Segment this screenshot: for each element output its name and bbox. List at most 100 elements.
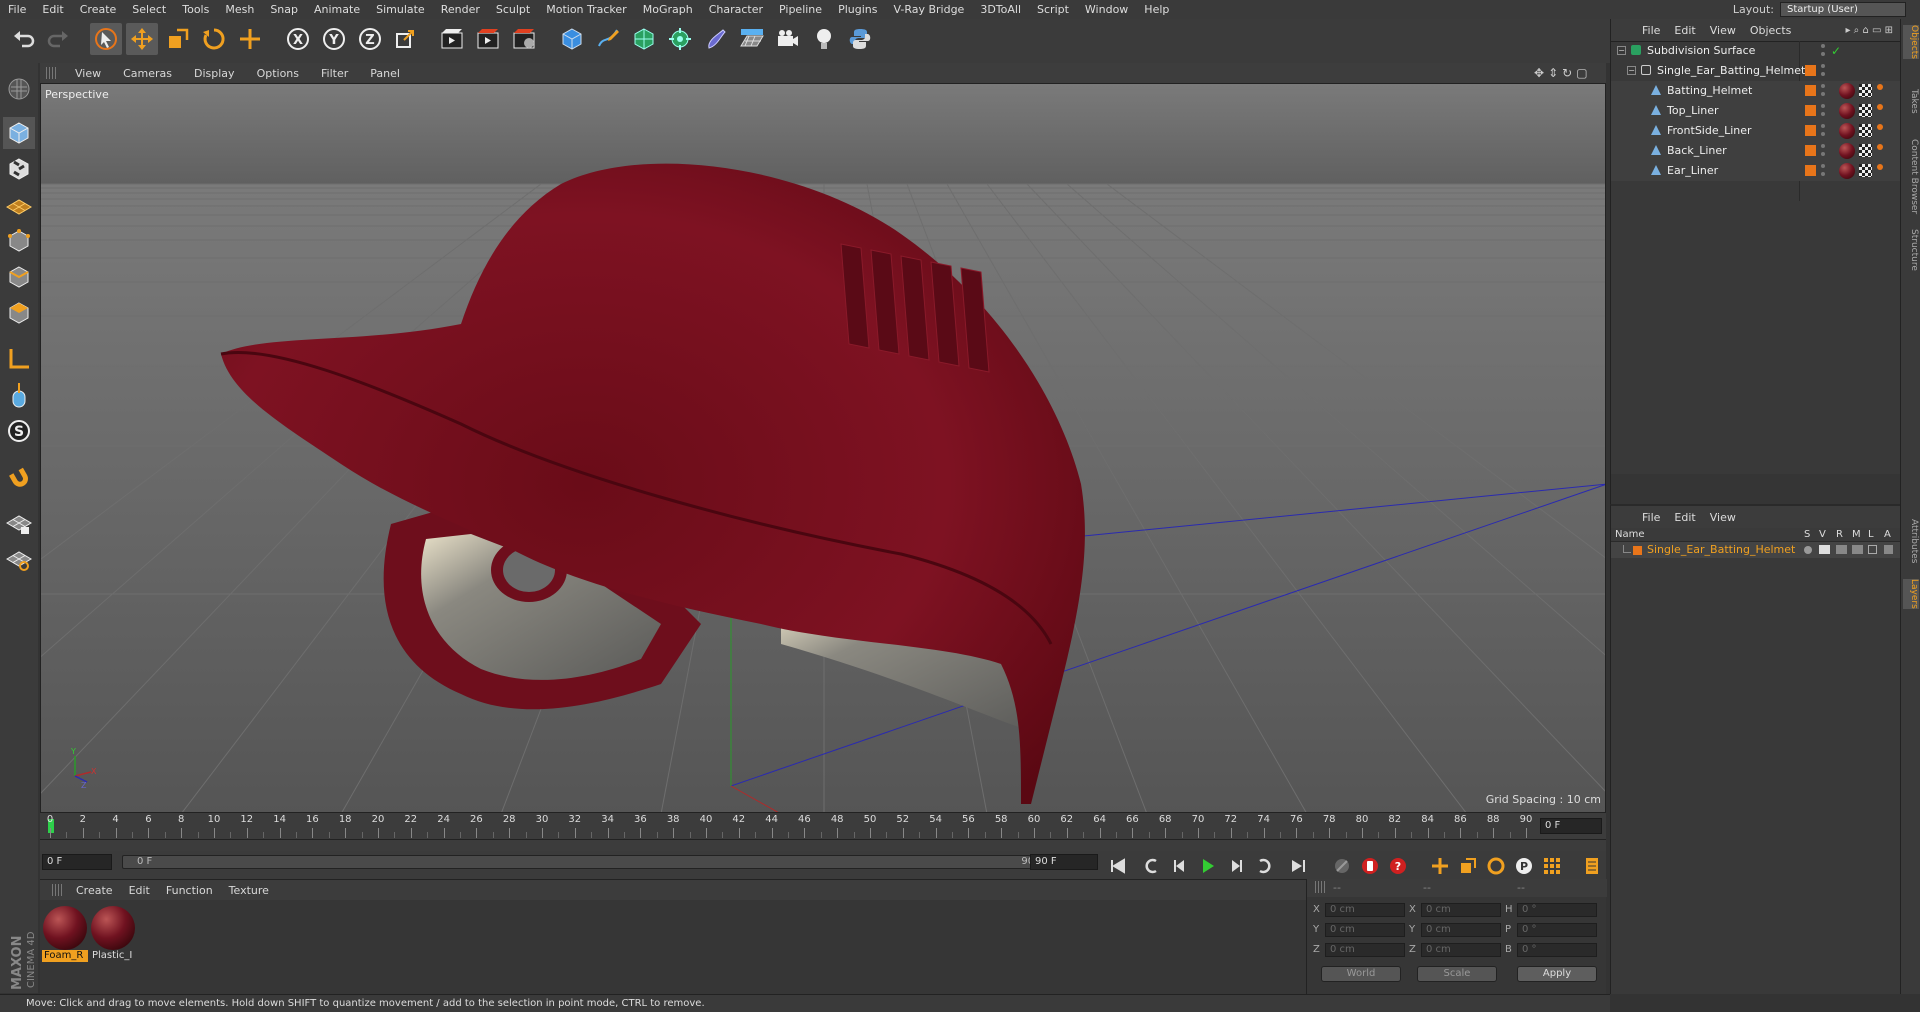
layer-color-tag[interactable] bbox=[1805, 105, 1816, 116]
cube-icon[interactable] bbox=[556, 23, 588, 55]
floor-icon[interactable] bbox=[736, 23, 768, 55]
layer-color-tag[interactable] bbox=[1805, 145, 1816, 156]
expand-toggle-icon[interactable]: − bbox=[1617, 46, 1626, 55]
layer-lock-toggle[interactable] bbox=[1868, 545, 1877, 554]
subdivision-surface-icon[interactable] bbox=[628, 23, 660, 55]
object-manager-toolbar-icons[interactable]: ▸ ⌕ ⌂ ▭ ⊞ bbox=[1845, 25, 1893, 36]
coordinate-system-icon[interactable] bbox=[390, 23, 422, 55]
object-name[interactable]: FrontSide_Liner bbox=[1667, 121, 1752, 141]
layer-visible-toggle[interactable] bbox=[1819, 545, 1830, 554]
layer-animation-toggle[interactable] bbox=[1884, 545, 1893, 554]
object-row-batting-helmet[interactable]: Batting_Helmet bbox=[1611, 81, 1901, 101]
key-scale-icon[interactable] bbox=[1456, 855, 1480, 877]
position-field[interactable]: 0 cm bbox=[1325, 903, 1405, 917]
camera-icon[interactable] bbox=[772, 23, 804, 55]
object-name[interactable]: Top_Liner bbox=[1667, 101, 1719, 121]
previous-frame-icon[interactable] bbox=[1168, 855, 1192, 877]
layer-color-tag[interactable] bbox=[1805, 165, 1816, 176]
material-menu-texture[interactable]: Texture bbox=[221, 884, 277, 897]
move-icon[interactable] bbox=[126, 23, 158, 55]
layer-color-swatch[interactable] bbox=[1633, 546, 1642, 555]
layer-column-m[interactable]: M bbox=[1852, 529, 1861, 540]
render-visibility-dot[interactable] bbox=[1821, 92, 1825, 96]
z-axis-lock-icon[interactable]: Z bbox=[354, 23, 386, 55]
layer-column-v[interactable]: V bbox=[1819, 529, 1826, 540]
side-tab-structure[interactable]: Structure bbox=[1903, 229, 1919, 271]
menu-3dtoall[interactable]: 3DToAll bbox=[972, 0, 1029, 19]
goto-start-icon[interactable] bbox=[1106, 855, 1130, 877]
key-parameter-icon[interactable]: P bbox=[1512, 855, 1536, 877]
editor-visibility-dot[interactable] bbox=[1821, 84, 1825, 88]
rotate-icon[interactable] bbox=[198, 23, 230, 55]
material-menu-function[interactable]: Function bbox=[158, 884, 221, 897]
viewport-menu-cameras[interactable]: Cameras bbox=[112, 67, 183, 80]
side-tab-objects[interactable]: Objects bbox=[1903, 25, 1919, 60]
object-row-single-ear-batting-helmet[interactable]: − Single_Ear_Batting_Helmet bbox=[1611, 61, 1901, 81]
menu-window[interactable]: Window bbox=[1077, 0, 1136, 19]
deformer-icon[interactable] bbox=[700, 23, 732, 55]
menu-snap[interactable]: Snap bbox=[262, 0, 306, 19]
object-name[interactable]: Batting_Helmet bbox=[1667, 81, 1752, 101]
material-tag-icon[interactable] bbox=[1839, 143, 1855, 159]
layer-column-a[interactable]: A bbox=[1884, 529, 1891, 540]
position-field[interactable]: 0 cm bbox=[1325, 943, 1405, 957]
viewport-menu-view[interactable]: View bbox=[64, 67, 112, 80]
material-swatch-foam[interactable]: Foam_R bbox=[42, 906, 88, 962]
layer-column-name[interactable]: Name bbox=[1615, 529, 1645, 540]
object-row-top-liner[interactable]: Top_Liner bbox=[1611, 101, 1901, 121]
editor-visibility-dot[interactable] bbox=[1821, 124, 1825, 128]
viewport-menu-filter[interactable]: Filter bbox=[310, 67, 359, 80]
editor-visibility-dot[interactable] bbox=[1821, 64, 1825, 68]
layer-color-tag[interactable] bbox=[1805, 125, 1816, 136]
layer-menu-edit[interactable]: Edit bbox=[1667, 511, 1702, 524]
phong-tag-icon[interactable] bbox=[1877, 124, 1883, 130]
phong-tag-icon[interactable] bbox=[1877, 164, 1883, 170]
layer-solo-toggle[interactable] bbox=[1804, 546, 1812, 554]
object-row-frontside-liner[interactable]: FrontSide_Liner bbox=[1611, 121, 1901, 141]
object-menu-edit[interactable]: Edit bbox=[1667, 24, 1702, 37]
current-frame-field[interactable]: 0 F bbox=[42, 854, 112, 870]
planar-workplane-icon[interactable] bbox=[3, 543, 35, 575]
layer-menu-view[interactable]: View bbox=[1703, 511, 1743, 524]
menu-create[interactable]: Create bbox=[72, 0, 125, 19]
object-name[interactable]: Ear_Liner bbox=[1667, 161, 1718, 181]
layer-color-tag[interactable] bbox=[1805, 85, 1816, 96]
menu-motion-tracker[interactable]: Motion Tracker bbox=[538, 0, 634, 19]
render-visibility-dot[interactable] bbox=[1821, 72, 1825, 76]
menu-script[interactable]: Script bbox=[1029, 0, 1077, 19]
side-tab-takes[interactable]: Takes bbox=[1903, 89, 1919, 114]
render-settings-icon[interactable] bbox=[508, 23, 540, 55]
goto-end-icon[interactable] bbox=[1286, 855, 1310, 877]
object-row-ear-liner[interactable]: Ear_Liner bbox=[1611, 161, 1901, 181]
phong-tag-icon[interactable] bbox=[1877, 84, 1883, 90]
editor-visibility-dot[interactable] bbox=[1821, 164, 1825, 168]
apply-button[interactable]: Apply bbox=[1517, 966, 1597, 982]
enable-axis-icon[interactable] bbox=[3, 343, 35, 375]
end-frame-field[interactable]: 90 F bbox=[1030, 854, 1098, 870]
uvw-tag-icon[interactable] bbox=[1859, 104, 1872, 117]
render-visibility-dot[interactable] bbox=[1821, 152, 1825, 156]
coordinate-space-dropdown[interactable]: World bbox=[1321, 966, 1401, 982]
layer-manager-toggle[interactable] bbox=[1852, 545, 1863, 554]
x-axis-lock-icon[interactable]: X bbox=[282, 23, 314, 55]
expand-toggle-icon[interactable]: − bbox=[1627, 66, 1636, 75]
menu-character[interactable]: Character bbox=[701, 0, 771, 19]
play-icon[interactable] bbox=[1196, 855, 1220, 877]
object-menu-file[interactable]: File bbox=[1635, 24, 1667, 37]
layer-color-tag[interactable] bbox=[1805, 65, 1816, 76]
pan-view-icon[interactable]: ✥ bbox=[1534, 66, 1544, 80]
timeline-window-icon[interactable] bbox=[1580, 855, 1604, 877]
timeline-scrollbar[interactable] bbox=[40, 839, 1606, 851]
rotation-field[interactable]: 0 ° bbox=[1517, 923, 1597, 937]
material-menu-create[interactable]: Create bbox=[68, 884, 121, 897]
previous-keyframe-icon[interactable] bbox=[1140, 855, 1164, 877]
render-visibility-dot[interactable] bbox=[1821, 112, 1825, 116]
next-frame-icon[interactable] bbox=[1224, 855, 1248, 877]
size-field[interactable]: 0 cm bbox=[1421, 943, 1501, 957]
object-menu-view[interactable]: View bbox=[1703, 24, 1743, 37]
next-keyframe-icon[interactable] bbox=[1252, 855, 1276, 877]
toggle-views-icon[interactable]: ▢ bbox=[1576, 66, 1587, 80]
layer-column-s[interactable]: S bbox=[1804, 529, 1810, 540]
menu-v-ray-bridge[interactable]: V-Ray Bridge bbox=[885, 0, 972, 19]
material-menu-edit[interactable]: Edit bbox=[121, 884, 158, 897]
